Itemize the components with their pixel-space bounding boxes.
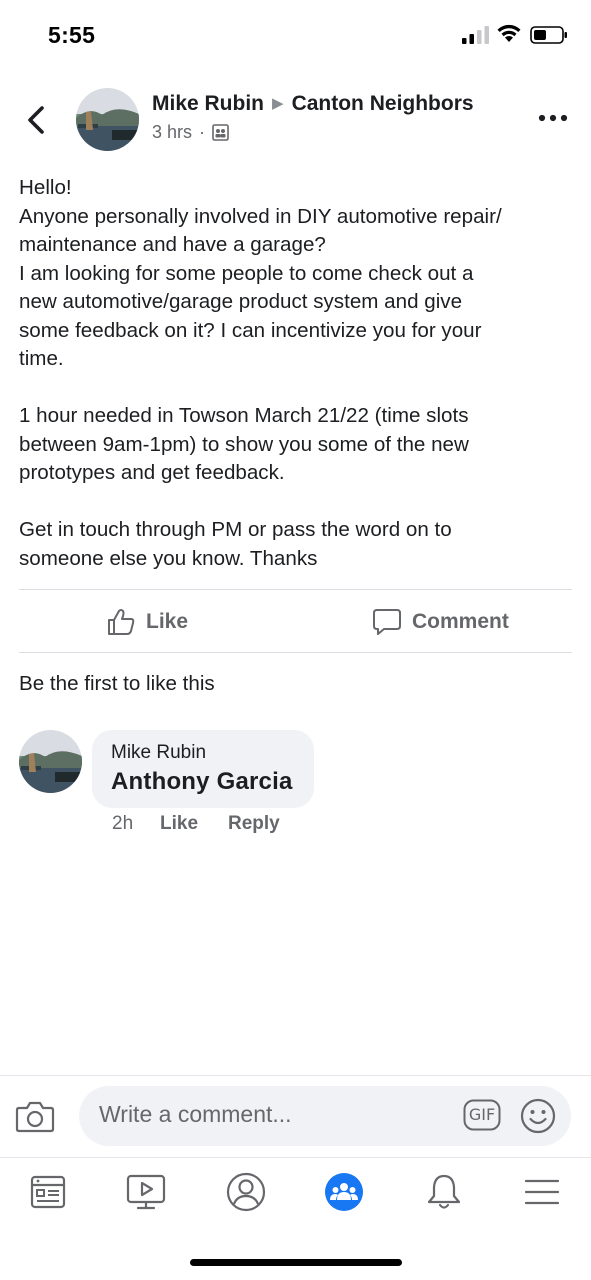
- post-line: I am looking for some people to come che…: [19, 261, 474, 285]
- nav-groups[interactable]: [322, 1170, 366, 1214]
- home-indicator[interactable]: [190, 1259, 402, 1266]
- like-label: Like: [146, 610, 189, 633]
- menu-icon: [524, 1179, 560, 1205]
- gif-button[interactable]: GIF: [463, 1099, 501, 1131]
- post-author-name[interactable]: Mike Rubin: [152, 92, 264, 115]
- reactions-summary[interactable]: Be the first to like this: [19, 672, 215, 696]
- nav-news-feed[interactable]: [26, 1170, 70, 1214]
- post-line: new automotive/garage product system and…: [19, 290, 463, 313]
- action-bar-top-divider: [19, 589, 572, 590]
- gif-label: GIF: [468, 1105, 496, 1124]
- nav-watch[interactable]: [124, 1170, 168, 1214]
- comment-time: 2h: [112, 813, 134, 834]
- post-line: Hello!: [19, 176, 72, 199]
- comment-icon: [373, 609, 401, 635]
- comment-like-button[interactable]: Like: [160, 813, 198, 835]
- action-bar-bottom-divider: [19, 652, 572, 653]
- comment-text: Anthony Garcia: [111, 768, 293, 795]
- notifications-icon: [427, 1174, 461, 1209]
- post-line: 1 hour needed in Towson March 21/22 (tim…: [19, 404, 469, 427]
- comment-input-placeholder[interactable]: Write a comment...: [99, 1101, 292, 1128]
- thumbs-up-icon: [108, 609, 135, 635]
- comment-label: Comment: [412, 610, 509, 633]
- camera-icon[interactable]: [15, 1097, 55, 1135]
- shared-to-arrow-icon: ▶: [272, 95, 284, 112]
- battery-icon: [530, 26, 567, 44]
- post-line: Anyone personally involved in DIY automo…: [19, 204, 502, 228]
- post-line: someone else you know. Thanks: [19, 546, 318, 570]
- watch-icon: [126, 1174, 166, 1210]
- groups-icon: [325, 1173, 363, 1211]
- post-line: time.: [19, 347, 64, 370]
- commenter-avatar[interactable]: [19, 730, 82, 793]
- meta-separator: ·: [199, 122, 206, 142]
- post-line: prototypes and get feedback.: [19, 461, 285, 484]
- post-timestamp[interactable]: 3 hrs: [152, 122, 192, 143]
- comment-reply-button[interactable]: Reply: [228, 813, 280, 835]
- comment-author-name[interactable]: Mike Rubin: [111, 742, 206, 764]
- post-meta: 3 hrs ·: [152, 122, 229, 143]
- nav-divider: [0, 1157, 591, 1158]
- comment-button[interactable]: Comment: [372, 604, 509, 640]
- post-line: between 9am-1pm) to show you some of the…: [19, 432, 469, 456]
- status-time: 5:55: [48, 22, 96, 48]
- post-line: some feedback on it? I can incentivize y…: [19, 318, 482, 342]
- nav-profile[interactable]: [224, 1170, 268, 1214]
- post-header-title: Mike Rubin ▶ Canton Neighbors: [152, 92, 474, 116]
- like-button[interactable]: Like: [106, 604, 188, 640]
- nav-notifications[interactable]: [422, 1170, 466, 1214]
- group-name[interactable]: Canton Neighbors: [292, 92, 474, 115]
- composer-divider: [0, 1075, 591, 1076]
- post-author-avatar[interactable]: [76, 88, 139, 151]
- cellular-signal-icon: [462, 26, 489, 44]
- back-button[interactable]: [22, 100, 52, 140]
- news-feed-icon: [30, 1175, 66, 1209]
- post-line: Get in touch through PM or pass the word…: [19, 518, 452, 541]
- group-audience-icon: [212, 124, 229, 141]
- emoji-icon[interactable]: [520, 1098, 556, 1134]
- post-body: Hello! Anyone personally involved in DIY…: [19, 174, 574, 573]
- profile-icon: [226, 1172, 266, 1212]
- post-line: maintenance and have a garage?: [19, 233, 326, 256]
- nav-menu[interactable]: [520, 1170, 564, 1214]
- more-options-icon[interactable]: [536, 108, 570, 128]
- wifi-icon: [497, 24, 521, 42]
